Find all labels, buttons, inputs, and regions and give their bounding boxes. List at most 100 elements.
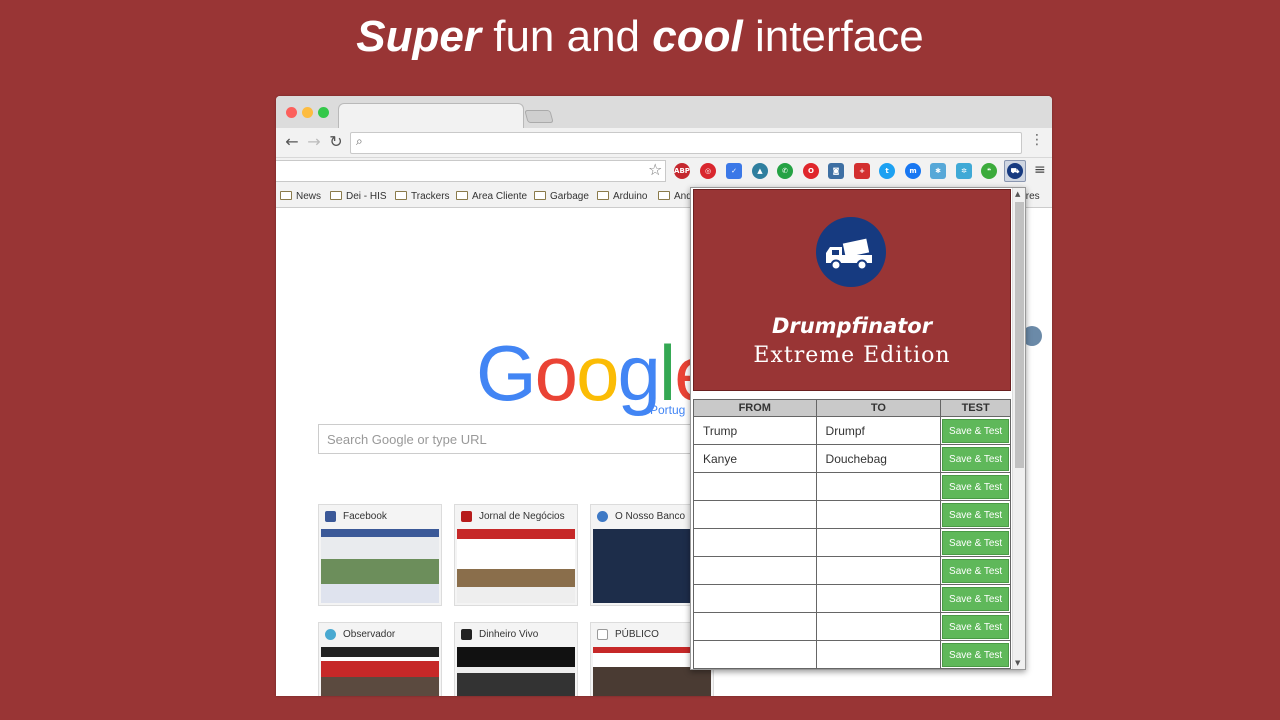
app-subtitle: Extreme Edition [753,343,951,368]
save-test-button[interactable]: Save & Test [942,530,1009,555]
extension-icon-4[interactable]: ▲ [752,163,768,179]
to-input[interactable] [815,584,942,613]
from-input[interactable] [693,472,817,501]
headline-mid: fun and [481,12,653,61]
new-tab-button[interactable] [524,110,554,123]
save-test-button[interactable]: Save & Test [942,586,1009,611]
minimize-window-icon[interactable] [302,107,313,118]
headline-end: interface [742,12,924,61]
popup-scrollbar[interactable]: ▲ ▼ [1012,188,1025,669]
extension-icon-11[interactable]: ✱ [930,163,946,179]
tab-bar [276,96,1052,129]
to-input[interactable] [815,500,942,529]
maximize-window-icon[interactable] [318,107,329,118]
scrollbar-thumb[interactable] [1015,202,1024,468]
search-icon: ⌕ [356,134,363,148]
folder-icon [534,191,546,200]
extension-icon-2[interactable]: ◎ [700,163,716,179]
replacement-table: FROM TO TEST Trump Drumpf Save & Test Kany… [693,399,1011,669]
whatsapp-icon[interactable]: ✆ [777,163,793,179]
to-input[interactable] [815,472,942,501]
save-test-button[interactable]: Save & Test [942,446,1009,471]
scroll-up-icon[interactable]: ▲ [1015,190,1020,198]
tile-thumbnail [457,529,575,603]
table-row: Save & Test [693,528,1011,557]
save-test-button[interactable]: Save & Test [942,614,1009,639]
plus-icon[interactable]: + [854,163,870,179]
more-icon[interactable]: ⋮ [1030,132,1044,148]
to-input[interactable] [815,556,942,585]
extension-popup: Drumpfinator Extreme Edition FROM TO TES… [690,187,1026,670]
save-test-button[interactable]: Save & Test [942,642,1009,667]
from-input[interactable] [693,528,817,557]
negocios-icon [461,511,472,522]
bookmark-trackers[interactable]: Trackers [395,191,450,202]
to-input[interactable] [815,528,942,557]
menu-icon[interactable]: ≡ [1034,162,1046,178]
tile-thumbnail [321,529,439,603]
bookmark-star-icon[interactable]: ☆ [648,160,662,179]
reload-icon[interactable]: ↻ [326,132,346,152]
to-input[interactable] [815,612,942,641]
truck-icon: ⛟ [1007,163,1023,179]
folder-icon [330,191,342,200]
extension-icon-3[interactable]: ✓ [726,163,742,179]
table-row: Save & Test [693,556,1011,585]
twitter-icon[interactable]: t [879,163,895,179]
bookmark-dei-his[interactable]: Dei - HIS [330,191,387,202]
publico-icon [597,629,608,640]
folder-icon [395,191,407,200]
save-test-button[interactable]: Save & Test [942,558,1009,583]
from-input[interactable] [693,584,817,613]
forward-icon[interactable]: → [304,132,324,152]
instagram-icon[interactable]: ◙ [828,163,844,179]
hangouts-icon[interactable]: ❝ [981,163,997,179]
tile-thumbnail [321,647,439,696]
google-country-label: Portug [650,403,686,417]
from-input[interactable]: Kanye [693,444,817,473]
from-input[interactable] [693,556,817,585]
from-input[interactable] [693,640,817,669]
opera-icon[interactable]: O [803,163,819,179]
app-title: Drumpfinator [771,314,933,338]
bookmark-and[interactable]: And [658,191,692,202]
to-input[interactable] [815,640,942,669]
tile-observador[interactable]: Observador [318,622,442,696]
folder-icon [456,191,468,200]
address-bar-extension-area[interactable] [276,160,666,182]
extension-icon-12[interactable]: ✲ [956,163,972,179]
messenger-icon[interactable]: m [905,163,921,179]
column-header-to: TO [815,399,942,417]
bookmark-news[interactable]: News [280,191,321,202]
bookmark-arduino[interactable]: Arduino [597,191,647,202]
back-icon[interactable]: ← [282,132,302,152]
address-bar[interactable]: ⌕ [350,132,1022,154]
table-row: Save & Test [693,500,1011,529]
from-input[interactable] [693,500,817,529]
tile-dinheiro-vivo[interactable]: Dinheiro Vivo [454,622,578,696]
observador-icon [325,629,336,640]
table-row: Save & Test [693,472,1011,501]
close-window-icon[interactable] [286,107,297,118]
scroll-down-icon[interactable]: ▼ [1015,659,1020,667]
adblock-icon[interactable]: ABP [674,163,690,179]
google-search-input[interactable]: Search Google or type URL [318,424,718,454]
from-input[interactable] [693,612,817,641]
bookmark-area-cliente[interactable]: Area Cliente [456,191,527,202]
tile-facebook[interactable]: Facebook [318,504,442,606]
banco-icon [597,511,608,522]
from-input[interactable]: Trump [693,416,817,445]
save-test-button[interactable]: Save & Test [942,474,1009,499]
bookmark-garbage[interactable]: Garbage [534,191,589,202]
tile-thumbnail [457,647,575,696]
to-input[interactable]: Douchebag [815,444,942,473]
save-test-button[interactable]: Save & Test [942,418,1009,443]
save-test-button[interactable]: Save & Test [942,502,1009,527]
dinheiro-vivo-icon [461,629,472,640]
drumpfinator-extension-button[interactable]: ⛟ [1004,160,1026,182]
tab-new-tab[interactable] [338,103,524,129]
table-row: Save & Test [693,640,1011,669]
tile-jornal-de-negocios[interactable]: Jornal de Negócios [454,504,578,606]
to-input[interactable]: Drumpf [815,416,942,445]
column-header-test: TEST [940,399,1011,417]
